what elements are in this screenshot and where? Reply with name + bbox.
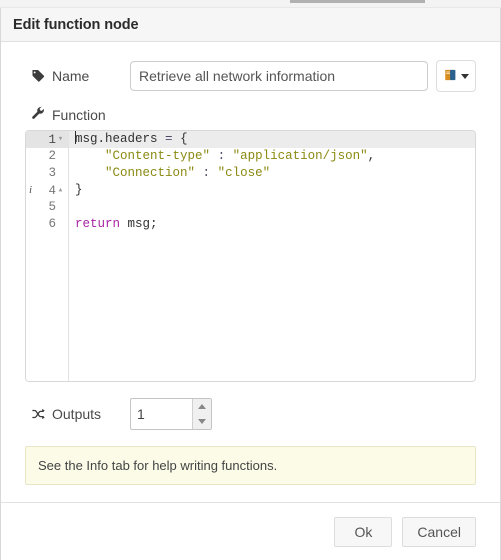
shuffle-icon bbox=[31, 407, 45, 421]
name-label-text: Name bbox=[52, 68, 90, 84]
outputs-increment-button[interactable] bbox=[193, 399, 211, 414]
gutter-line[interactable]: 3 bbox=[26, 165, 68, 182]
code-token: msg.headers bbox=[75, 132, 158, 146]
tag-icon bbox=[31, 69, 45, 83]
page-title: Edit function node bbox=[13, 16, 139, 33]
code-line: "Connection" : "close" bbox=[75, 165, 475, 182]
caret-up-icon bbox=[198, 404, 206, 409]
code-line: } bbox=[75, 182, 475, 199]
function-library-button[interactable] bbox=[436, 60, 476, 92]
code-token: : bbox=[202, 166, 211, 180]
outputs-stepper[interactable] bbox=[130, 398, 212, 430]
editor-gutter[interactable]: 1 ▾ 2 3 i 4 ▴ 5 6 bbox=[26, 131, 69, 381]
function-label-text: Function bbox=[52, 106, 106, 123]
code-token: } bbox=[75, 183, 83, 197]
gutter-line[interactable]: 6 bbox=[26, 216, 68, 233]
function-code-editor[interactable]: 1 ▾ 2 3 i 4 ▴ 5 6 msg.headers = { "Content-type"… bbox=[25, 130, 476, 382]
gutter-line[interactable]: 5 bbox=[26, 199, 68, 216]
top-strip-tab-marker bbox=[290, 0, 425, 3]
name-row: Name bbox=[25, 60, 476, 92]
gutter-line[interactable]: 1 ▾ bbox=[26, 131, 68, 148]
code-token: return bbox=[75, 217, 121, 231]
gutter-line[interactable]: i 4 ▴ bbox=[26, 182, 68, 199]
wrench-icon bbox=[31, 106, 45, 123]
outputs-label-group: Outputs bbox=[25, 406, 130, 422]
info-notice: See the Info tab for help writing functi… bbox=[25, 446, 476, 485]
gutter-line-number: 3 bbox=[48, 166, 56, 180]
outputs-spinner[interactable] bbox=[192, 399, 211, 429]
gutter-line-number: 1 bbox=[48, 132, 56, 147]
cancel-button[interactable]: Cancel bbox=[402, 516, 476, 547]
outputs-input[interactable] bbox=[131, 399, 189, 429]
gutter-line-number: 2 bbox=[48, 149, 56, 163]
dialog-footer: Ok Cancel bbox=[1, 502, 500, 560]
code-token: = bbox=[165, 132, 173, 146]
code-line: return msg; bbox=[75, 216, 475, 233]
gutter-line-number: 6 bbox=[48, 217, 56, 231]
fold-close-icon[interactable]: ▴ bbox=[56, 182, 65, 199]
code-token: { bbox=[180, 132, 188, 146]
gutter-info-marker: i bbox=[29, 184, 33, 196]
outputs-label-text: Outputs bbox=[52, 406, 102, 422]
code-token: msg; bbox=[120, 217, 158, 231]
window-top-strip bbox=[0, 0, 501, 8]
book-icon bbox=[443, 68, 458, 85]
fold-open-icon[interactable]: ▾ bbox=[56, 131, 65, 148]
outputs-decrement-button[interactable] bbox=[193, 414, 211, 429]
function-label-group: Function bbox=[25, 106, 476, 123]
outputs-row: Outputs bbox=[25, 398, 476, 430]
code-line: "Content-type" : "application/json", bbox=[75, 148, 475, 165]
code-token: : bbox=[217, 149, 226, 163]
code-token: , bbox=[367, 149, 376, 163]
ok-button[interactable]: Ok bbox=[334, 516, 393, 547]
caret-down-icon bbox=[198, 419, 206, 424]
code-token: "close" bbox=[217, 166, 271, 180]
name-input[interactable] bbox=[130, 61, 428, 91]
code-token: "Content-type" bbox=[105, 149, 211, 163]
code-token: "application/json" bbox=[232, 149, 368, 163]
chevron-down-icon bbox=[461, 73, 469, 79]
editor-code-area[interactable]: msg.headers = { "Content-type" : "applic… bbox=[69, 131, 475, 381]
gutter-line[interactable]: 2 bbox=[26, 148, 68, 165]
gutter-line-number: 4 bbox=[48, 183, 56, 198]
edit-function-node-dialog: Edit function node Name Retrieve all net… bbox=[0, 8, 501, 560]
dialog-header: Edit function node bbox=[1, 8, 500, 42]
dialog-body: Name F bbox=[1, 42, 500, 485]
code-token: "Connection" bbox=[105, 166, 196, 180]
code-line: msg.headers = { bbox=[75, 131, 475, 148]
gutter-line-number: 5 bbox=[48, 200, 56, 214]
info-notice-text: See the Info tab for help writing functi… bbox=[38, 458, 278, 473]
name-label-group: Name bbox=[25, 68, 130, 84]
